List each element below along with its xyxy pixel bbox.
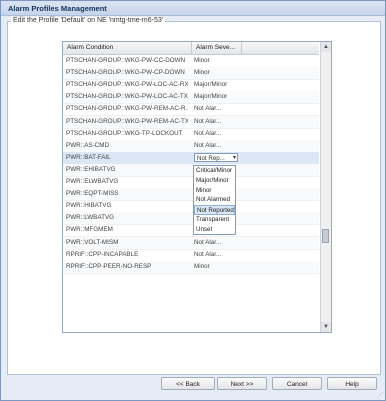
table-row[interactable]: PTSCHAN-GROUP::WKG-PW-REM-AC-R... Not Ala… [63,103,319,117]
severity-combobox[interactable]: Not Rep... ▾ [194,153,238,163]
table-row[interactable]: PWR::AS-CMD Not Alar... [63,139,319,153]
resize-grip-icon[interactable]: ⋰ [377,392,383,399]
alarm-condition-cell: PTSCHAN-GROUP::WKG-PW-CC-DOWN [66,57,186,64]
alarm-condition-cell: PWR::EQPT-MISS [66,190,119,198]
alarm-severity-cell[interactable]: Not Alar... [194,239,238,246]
table-row[interactable]: PTSCHAN-GROUP::WKG-PW-LOC-AC-RX... Major/… [63,79,319,93]
alarm-severity-cell[interactable]: Minor [194,263,238,270]
alarm-condition-cell: PWR::AS-CMD [66,141,110,149]
alarm-condition-cell: RPRIF::CPP-PEER-NO-RESP [66,262,152,270]
table-row[interactable]: PTSCHAN-GROUP::WKG-PW-REM-AC-TX... Not Al… [63,115,319,129]
severity-option[interactable]: Not Alarmed [194,195,235,205]
severity-option[interactable]: Major/Minor [194,176,235,186]
table-row[interactable]: PWR::ELWBATVG [63,176,319,189]
column-divider[interactable] [241,42,242,54]
alarm-condition-cell: PWR::VOLT-MISM [66,238,119,246]
severity-option[interactable]: Minor [194,186,235,196]
window-title: Alarm Profiles Management [8,4,107,13]
severity-combobox-value: Not Rep... [197,155,225,163]
table-row[interactable]: PWR::LWBATVG [63,212,319,226]
alarm-condition-cell: PTSCHAN-GROUP::WKG-PW-REM-AC-TX... [66,117,188,125]
table-row[interactable]: PWR::VOLT-MISM Not Alar... [63,236,319,250]
table-row[interactable]: PWR::EHIBATVG [63,163,319,177]
column-header-alarm-condition[interactable]: Alarm Condition [67,44,113,51]
table-row[interactable]: PWR::BAT-FAIL Not Rep... ▾ [63,151,319,165]
alarm-condition-cell: PWR::HIBATVG [66,202,112,210]
column-divider[interactable] [191,42,192,54]
alarm-severity-cell[interactable]: Not Alar... [194,105,238,112]
severity-dropdown-list[interactable]: Critical/Minor Major/Minor Minor Not Alarme… [193,165,236,235]
table-row[interactable]: PTSCHAN-GROUP::WKG-PW-CP-DOWN Minor [63,67,319,81]
chevron-down-icon[interactable]: ▾ [233,154,236,161]
alarm-condition-cell: PTSCHAN-GROUP::WKG-PW-CP-DOWN [66,69,185,77]
table-row[interactable]: PWR::EQPT-MISS [63,188,319,202]
panel-legend: Edit the Profile 'Default' on NE 'nmtg-t… [11,17,166,24]
alarm-condition-cell: PWR::EHIBATVG [66,165,116,173]
table-row[interactable]: RPRIF::CPP-INCAPABLE Not Alar... [63,249,319,262]
back-button[interactable]: << Back [161,377,215,390]
table-row[interactable]: PTSCHAN-GROUP::WKG-TP-LOCKOUT Not Alar... [63,128,319,141]
table-header: Alarm Condition Alarm Seve... [63,42,319,55]
alarm-profiles-window: Alarm Profiles Management Edit the Profi… [0,0,386,401]
alarm-severity-cell[interactable]: Minor [194,57,238,64]
alarm-severity-cell[interactable]: Major/Minor [194,81,238,88]
alarm-severity-cell[interactable]: Not Alar... [194,142,238,149]
next-button[interactable]: Next >> [217,377,267,390]
alarm-condition-cell: PTSCHAN-GROUP::WKG-PW-LOC-AC-TX... [66,93,188,101]
scroll-up-icon[interactable]: ▲ [321,42,331,52]
scroll-down-icon[interactable]: ▼ [321,322,331,332]
alarm-condition-cell: PWR::LWBATVG [66,214,115,222]
alarm-condition-cell: PWR::MFGMEM [66,226,113,234]
alarm-condition-cell: PWR::BAT-FAIL [66,153,111,161]
alarm-severity-cell[interactable]: Not Alar... [194,251,238,258]
table-row[interactable]: PWR::HIBATVG [63,200,319,214]
table-row[interactable]: PTSCHAN-GROUP::WKG-PW-LOC-AC-TX... Major/… [63,91,319,105]
table-row[interactable]: RPRIF::CPP-PEER-NO-RESP Minor [63,260,319,274]
alarm-condition-cell: PTSCHAN-GROUP::WKG-PW-REM-AC-R... [66,105,188,113]
severity-option[interactable]: Critical/Minor [194,166,235,176]
scroll-thumb[interactable] [322,229,329,243]
table-row[interactable]: PWR::MFGMEM [63,224,319,238]
alarm-condition-cell: PWR::ELWBATVG [66,178,119,185]
alarm-severity-cell[interactable]: Not Alar... [194,118,238,125]
table-row[interactable]: PTSCHAN-GROUP::WKG-PW-CC-DOWN Minor [63,55,319,68]
help-button[interactable]: Help [327,377,377,390]
alarm-condition-cell: RPRIF::CPP-INCAPABLE [66,250,139,258]
title-bar: Alarm Profiles Management [1,1,385,16]
column-header-alarm-severity[interactable]: Alarm Seve... [196,44,235,51]
severity-option[interactable]: Not Reported [194,205,235,216]
cancel-button[interactable]: Cancel [272,377,322,390]
vertical-scrollbar[interactable]: ▲ ▼ [320,42,331,332]
alarm-severity-cell[interactable]: Major/Minor [194,93,238,100]
alarm-condition-cell: PTSCHAN-GROUP::WKG-TP-LOCKOUT [66,129,183,137]
alarm-severity-cell[interactable]: Not Alar... [194,130,238,137]
severity-option[interactable]: Transparent [194,215,235,225]
alarm-severity-cell[interactable]: Minor [194,69,238,76]
severity-option[interactable]: Unset [194,225,235,235]
alarm-condition-cell: PTSCHAN-GROUP::WKG-PW-LOC-AC-RX... [66,81,188,89]
